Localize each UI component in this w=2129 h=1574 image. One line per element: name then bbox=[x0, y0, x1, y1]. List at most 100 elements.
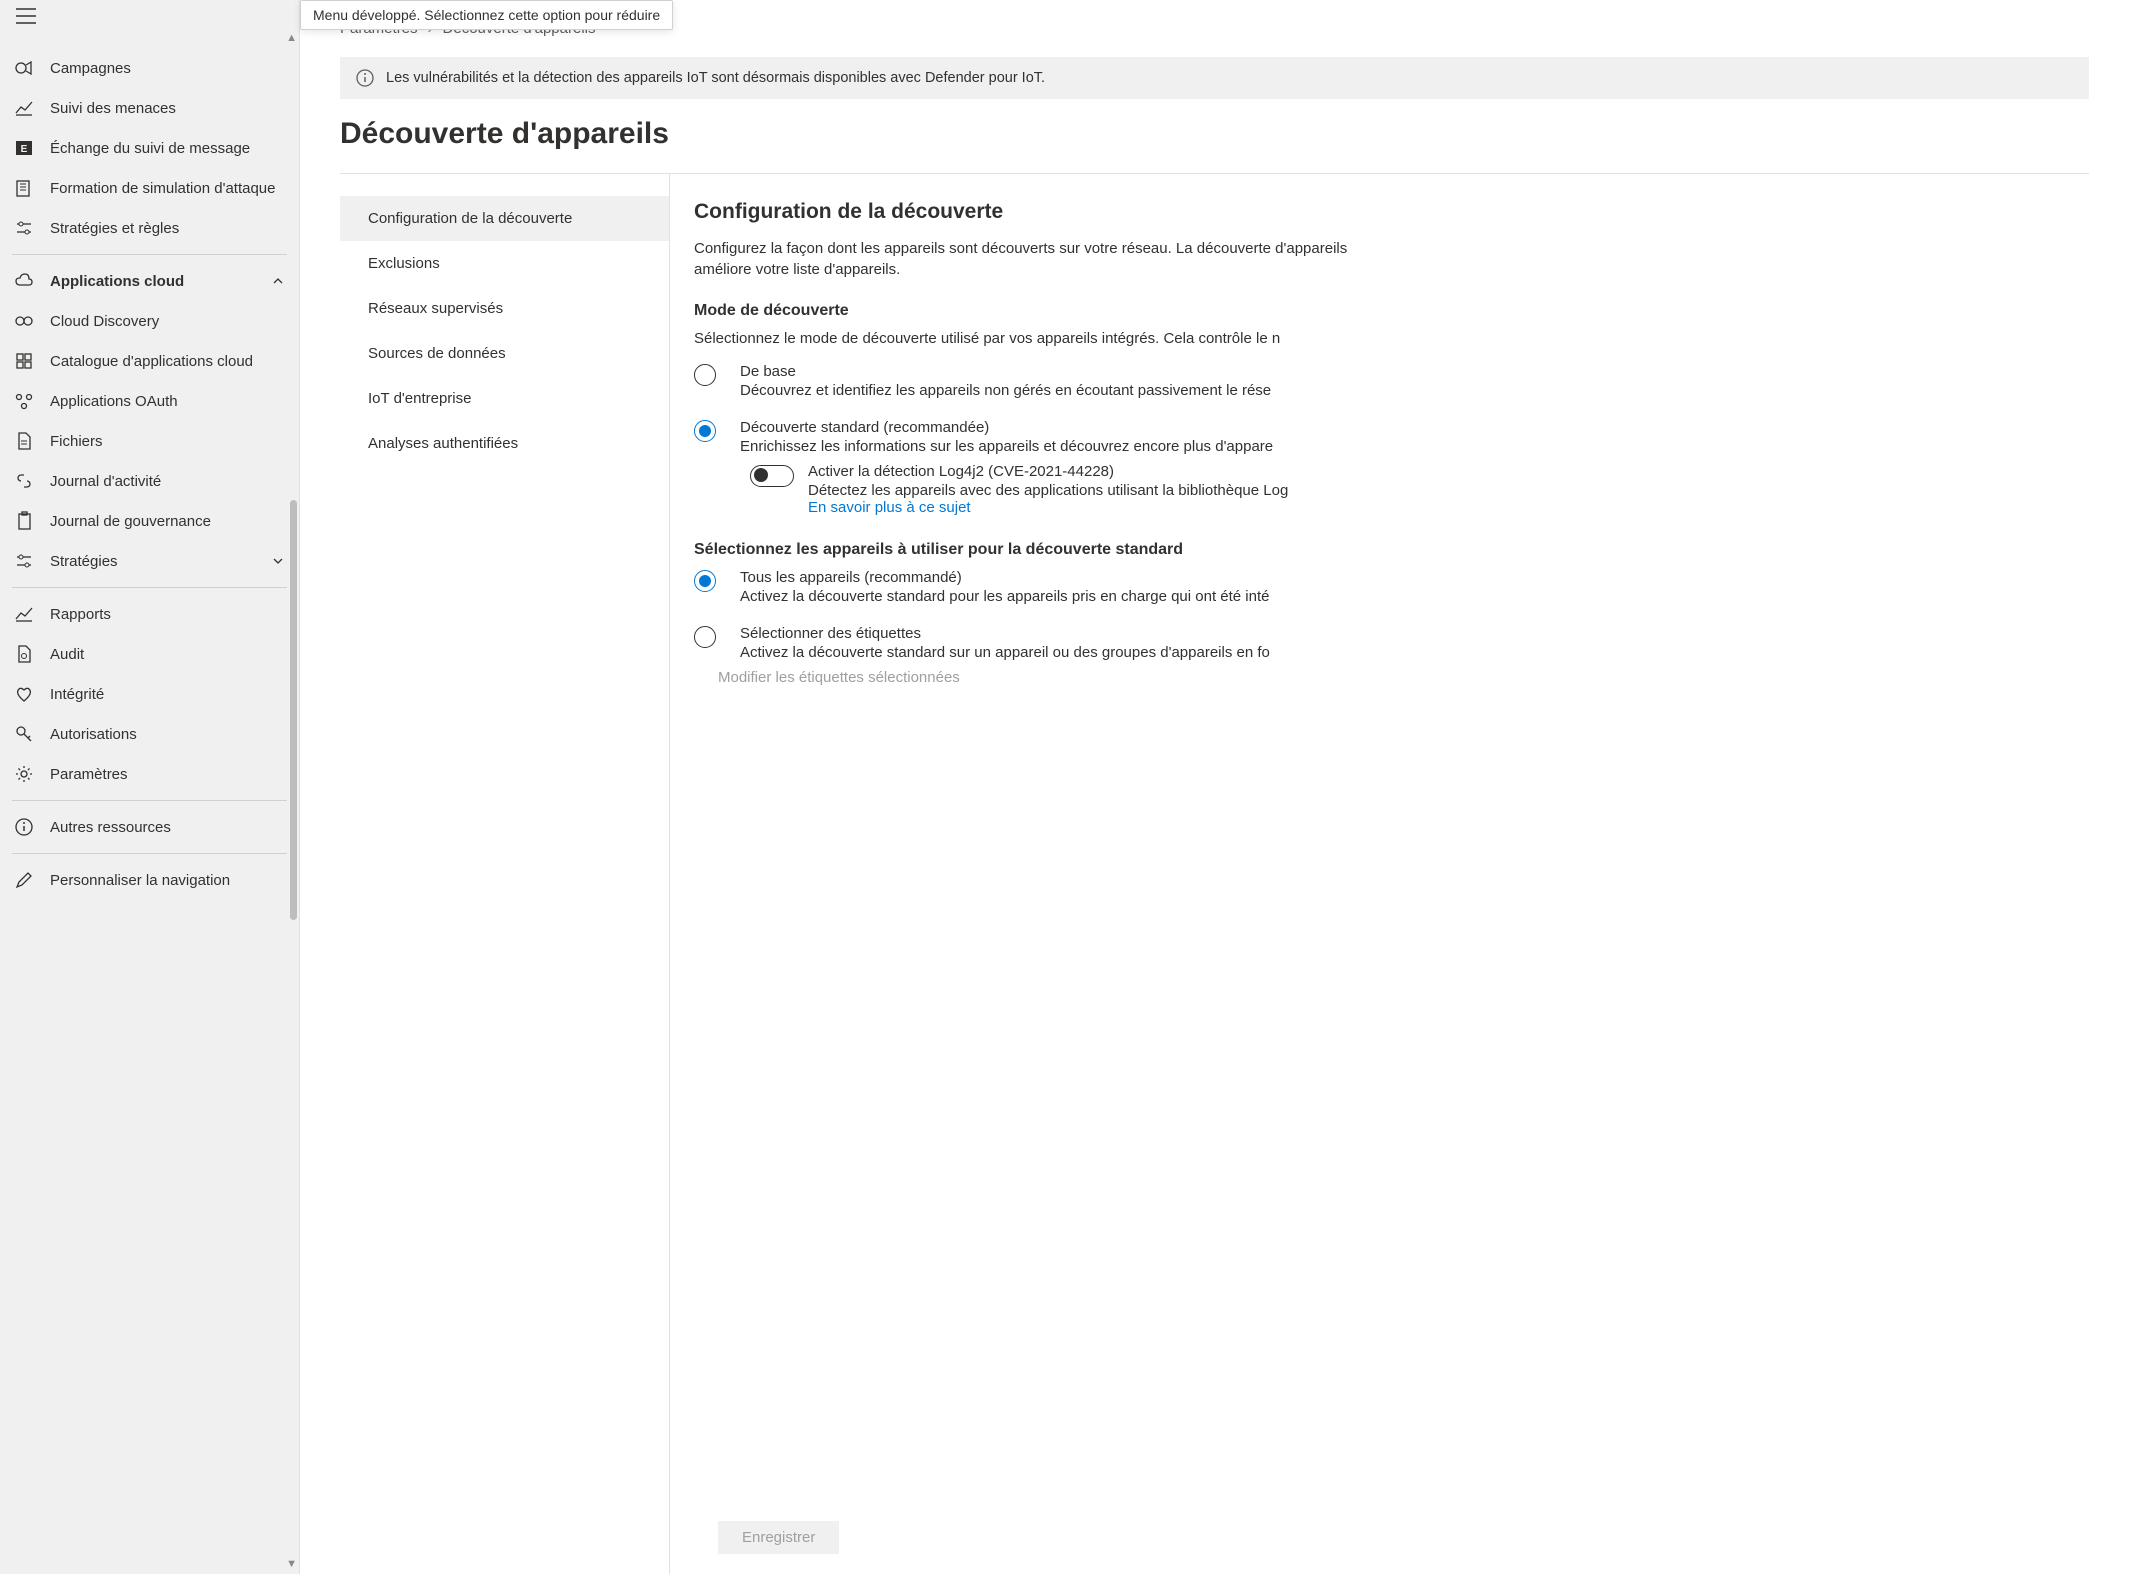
sidebar-item-catalogue[interactable]: Catalogue d'applications cloud bbox=[0, 341, 299, 381]
sidebar-item-oauth[interactable]: Applications OAuth bbox=[0, 381, 299, 421]
nav: Campagnes Suivi des menaces E Échange du… bbox=[0, 44, 299, 1558]
subnav-sources[interactable]: Sources de données bbox=[340, 331, 669, 376]
sidebar-item-label: Campagnes bbox=[50, 60, 131, 77]
panel-footer: Enregistrer bbox=[694, 1501, 2129, 1574]
radio-description: Découvrez et identifiez les appareils no… bbox=[740, 382, 1271, 399]
sidebar-item-autorisations[interactable]: Autorisations bbox=[0, 714, 299, 754]
radio-label: De base bbox=[740, 363, 1271, 380]
sidebar-item-echange[interactable]: E Échange du suivi de message bbox=[0, 128, 299, 168]
chevron-up-icon bbox=[271, 274, 285, 288]
sidebar-item-strategies[interactable]: Stratégies bbox=[0, 541, 299, 581]
mode-description: Sélectionnez le mode de découverte utili… bbox=[694, 330, 2129, 347]
settings-panel: Configuration de la découverte Configure… bbox=[670, 174, 2129, 1574]
toggle-description: Détectez les appareils avec des applicat… bbox=[808, 482, 1288, 499]
sidebar-item-label: Autres ressources bbox=[50, 819, 171, 836]
sidebar-section-applications-cloud[interactable]: Applications cloud bbox=[0, 261, 299, 301]
learn-more-link[interactable]: En savoir plus à ce sujet bbox=[808, 499, 971, 516]
divider bbox=[12, 587, 287, 588]
clipboard-icon bbox=[14, 511, 34, 531]
sidebar-item-label: Suivi des menaces bbox=[50, 100, 176, 117]
sidebar-item-formation[interactable]: Formation de simulation d'attaque bbox=[0, 168, 299, 208]
divider bbox=[12, 853, 287, 854]
radio-etiquettes[interactable] bbox=[694, 626, 716, 648]
sidebar-item-label: Intégrité bbox=[50, 686, 104, 703]
exchange-icon: E bbox=[14, 138, 34, 158]
sidebar-item-label: Applications OAuth bbox=[50, 393, 178, 410]
info-icon bbox=[14, 817, 34, 837]
subnav-exclusions[interactable]: Exclusions bbox=[340, 241, 669, 286]
grid-icon bbox=[14, 351, 34, 371]
sidebar-item-fichiers[interactable]: Fichiers bbox=[0, 421, 299, 461]
sidebar-item-label: Autorisations bbox=[50, 726, 137, 743]
chevron-down-icon bbox=[271, 554, 285, 568]
radio-standard[interactable] bbox=[694, 420, 716, 442]
sidebar-item-parametres[interactable]: Paramètres bbox=[0, 754, 299, 794]
sidebar-item-label: Cloud Discovery bbox=[50, 313, 159, 330]
toggle-label: Activer la détection Log4j2 (CVE-2021-44… bbox=[808, 463, 1288, 480]
save-button[interactable]: Enregistrer bbox=[718, 1521, 839, 1554]
sidebar-item-label: Paramètres bbox=[50, 766, 128, 783]
oauth-icon bbox=[14, 391, 34, 411]
sidebar-item-audit[interactable]: Audit bbox=[0, 634, 299, 674]
divider bbox=[12, 800, 287, 801]
sidebar-item-journal-gouvernance[interactable]: Journal de gouvernance bbox=[0, 501, 299, 541]
discovery-icon bbox=[14, 311, 34, 331]
gear-icon bbox=[14, 764, 34, 784]
heart-icon bbox=[14, 684, 34, 704]
hamburger-icon bbox=[16, 8, 36, 24]
radio-description: Activez la découverte standard sur un ap… bbox=[740, 644, 1270, 661]
link-icon bbox=[14, 471, 34, 491]
chart-line-icon bbox=[14, 98, 34, 118]
sidebar-item-personnaliser[interactable]: Personnaliser la navigation bbox=[0, 860, 299, 900]
select-devices-title: Sélectionnez les appareils à utiliser po… bbox=[694, 541, 2129, 559]
sidebar-item-strategies-regles[interactable]: Stratégies et règles bbox=[0, 208, 299, 248]
subnav-reseaux[interactable]: Réseaux supervisés bbox=[340, 286, 669, 331]
cloud-icon bbox=[14, 271, 34, 291]
sidebar-item-suivi-menaces[interactable]: Suivi des menaces bbox=[0, 88, 299, 128]
radio-tous-appareils[interactable] bbox=[694, 570, 716, 592]
sidebar-item-campagnes[interactable]: Campagnes bbox=[0, 48, 299, 88]
sidebar-item-journal-activite[interactable]: Journal d'activité bbox=[0, 461, 299, 501]
subnav-iot[interactable]: IoT d'entreprise bbox=[340, 376, 669, 421]
radio-description: Activez la découverte standard pour les … bbox=[740, 588, 1269, 605]
pencil-icon bbox=[14, 870, 34, 890]
subnav: Configuration de la découverte Exclusion… bbox=[340, 174, 670, 1574]
sidebar-item-label: Stratégies et règles bbox=[50, 220, 179, 237]
sidebar-item-label: Échange du suivi de message bbox=[50, 140, 250, 157]
sidebar-item-rapports[interactable]: Rapports bbox=[0, 594, 299, 634]
radio-de-base[interactable] bbox=[694, 364, 716, 386]
scrollbar-thumb[interactable] bbox=[290, 500, 297, 920]
subnav-configuration[interactable]: Configuration de la découverte bbox=[340, 196, 669, 241]
sidebar-item-integrite[interactable]: Intégrité bbox=[0, 674, 299, 714]
main: Paramètres › Découverte d'appareils Les … bbox=[300, 0, 2129, 1574]
section-title: Configuration de la découverte bbox=[694, 200, 2129, 224]
info-icon bbox=[356, 69, 374, 87]
sidebar: Menu développé. Sélectionnez cette optio… bbox=[0, 0, 300, 1574]
scroll-down-arrow[interactable]: ▼ bbox=[0, 1558, 299, 1574]
sidebar-item-label: Journal d'activité bbox=[50, 473, 161, 490]
chart-icon bbox=[14, 604, 34, 624]
radio-label: Sélectionner des étiquettes bbox=[740, 625, 1270, 642]
sidebar-item-label: Stratégies bbox=[50, 553, 118, 570]
info-bar-text: Les vulnérabilités et la détection des a… bbox=[386, 70, 1045, 86]
sidebar-item-label: Audit bbox=[50, 646, 84, 663]
hamburger-menu-button[interactable] bbox=[0, 0, 299, 32]
sidebar-item-label: Catalogue d'applications cloud bbox=[50, 353, 253, 370]
svg-text:E: E bbox=[21, 144, 28, 155]
radio-label: Découverte standard (recommandée) bbox=[740, 419, 1273, 436]
toggle-log4j2[interactable] bbox=[750, 465, 794, 487]
sidebar-item-label: Fichiers bbox=[50, 433, 103, 450]
scroll-up-arrow[interactable]: ▲ bbox=[0, 32, 299, 44]
sidebar-item-label: Journal de gouvernance bbox=[50, 513, 211, 530]
subnav-analyses[interactable]: Analyses authentifiées bbox=[340, 421, 669, 466]
file-icon bbox=[14, 431, 34, 451]
building-icon bbox=[14, 178, 34, 198]
sidebar-item-autres-ressources[interactable]: Autres ressources bbox=[0, 807, 299, 847]
sidebar-item-label: Personnaliser la navigation bbox=[50, 872, 230, 889]
radio-label: Tous les appareils (recommandé) bbox=[740, 569, 1269, 586]
sidebar-section-label: Applications cloud bbox=[50, 273, 184, 290]
section-description: Configurez la façon dont les appareils s… bbox=[694, 238, 1394, 280]
sidebar-item-label: Rapports bbox=[50, 606, 111, 623]
info-bar: Les vulnérabilités et la détection des a… bbox=[340, 57, 2089, 99]
sidebar-item-cloud-discovery[interactable]: Cloud Discovery bbox=[0, 301, 299, 341]
